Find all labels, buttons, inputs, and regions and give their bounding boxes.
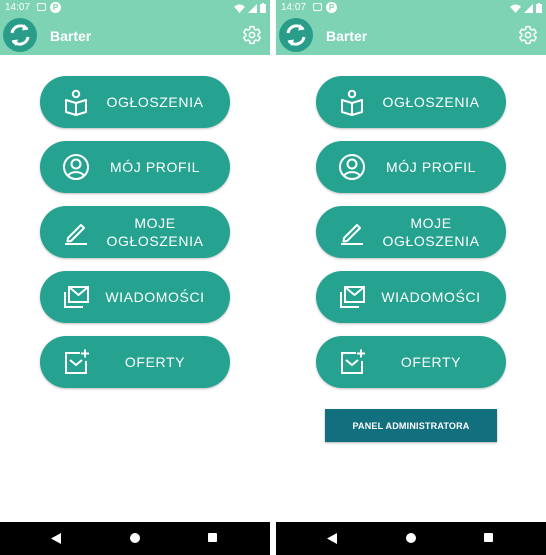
settings-gear-icon[interactable] [242,25,262,45]
settings-gear-icon[interactable] [518,25,538,45]
recent-apps-icon[interactable] [208,533,217,542]
back-icon[interactable] [51,533,61,544]
back-icon[interactable] [327,533,337,544]
app-title: Barter [326,28,368,44]
home-icon[interactable] [406,533,416,543]
p-notification-icon: P [326,2,337,13]
app-logo-icon [3,18,37,52]
menu-button-wiadomosci[interactable]: WIADOMOŚCI [40,271,230,323]
menu-button-label: MOJE OGŁOSZENIA [106,214,204,249]
app-logo-icon [279,18,313,52]
system-status-icons [234,2,266,14]
notification-icon [313,3,322,11]
system-status-icons [510,2,542,14]
app-bar: Barter [0,16,270,55]
menu-button-label: MÓJ PROFIL [109,158,200,175]
notification-icon [37,3,46,11]
menu-button-label: OFERTY [400,353,462,370]
menu-button-label: OFERTY [124,353,186,370]
app-title: Barter [50,28,92,44]
messages-icon [62,283,90,311]
status-bar: 14:07 P [0,0,270,16]
home-icon[interactable] [130,533,140,543]
status-time: 14:07 [281,2,307,13]
p-notification-icon: P [50,2,61,13]
android-nav-bar [0,522,270,555]
menu-button-moj-profil[interactable]: MÓJ PROFIL [40,141,230,193]
reading-book-icon [62,88,90,116]
phone-screen-user: 14:07 P Barter OGŁOSZENIA MÓJ PROFIL MOJ… [0,0,270,555]
add-offer-icon [338,348,366,376]
status-bar: 14:07 P [276,0,546,16]
phone-screen-admin: 14:07 P Barter OGŁOSZENIA MÓJ PROFIL MOJ… [276,0,546,555]
battery-icon [260,3,266,13]
signal-icon [248,3,257,13]
menu-button-moj-profil[interactable]: MÓJ PROFIL [316,141,506,193]
menu-button-label: OGŁOSZENIA [106,93,204,110]
edit-pencil-icon [62,218,90,246]
app-bar: Barter [276,16,546,55]
menu-button-moje-ogloszenia[interactable]: MOJE OGŁOSZENIA [40,206,230,258]
reading-book-icon [338,88,366,116]
menu-button-wiadomosci[interactable]: WIADOMOŚCI [316,271,506,323]
recent-apps-icon[interactable] [484,533,493,542]
battery-icon [536,3,542,13]
status-time: 14:07 [5,2,31,13]
menu-button-label: MÓJ PROFIL [385,158,476,175]
wifi-icon [234,3,245,13]
admin-panel-button[interactable]: PANEL ADMINISTRATORA [325,409,497,442]
android-nav-bar [276,522,546,555]
menu-button-ogloszenia[interactable]: OGŁOSZENIA [40,76,230,128]
menu-button-label: WIADOMOŚCI [381,288,481,305]
user-circle-icon [62,153,90,181]
add-offer-icon [62,348,90,376]
menu-button-label: OGŁOSZENIA [382,93,480,110]
wifi-icon [510,3,521,13]
menu-button-label: WIADOMOŚCI [105,288,205,305]
user-circle-icon [338,153,366,181]
messages-icon [338,283,366,311]
menu-button-oferty[interactable]: OFERTY [40,336,230,388]
edit-pencil-icon [338,218,366,246]
signal-icon [524,3,533,13]
menu-button-oferty[interactable]: OFERTY [316,336,506,388]
menu-button-label: MOJE OGŁOSZENIA [382,214,480,249]
menu-button-moje-ogloszenia[interactable]: MOJE OGŁOSZENIA [316,206,506,258]
menu-button-ogloszenia[interactable]: OGŁOSZENIA [316,76,506,128]
